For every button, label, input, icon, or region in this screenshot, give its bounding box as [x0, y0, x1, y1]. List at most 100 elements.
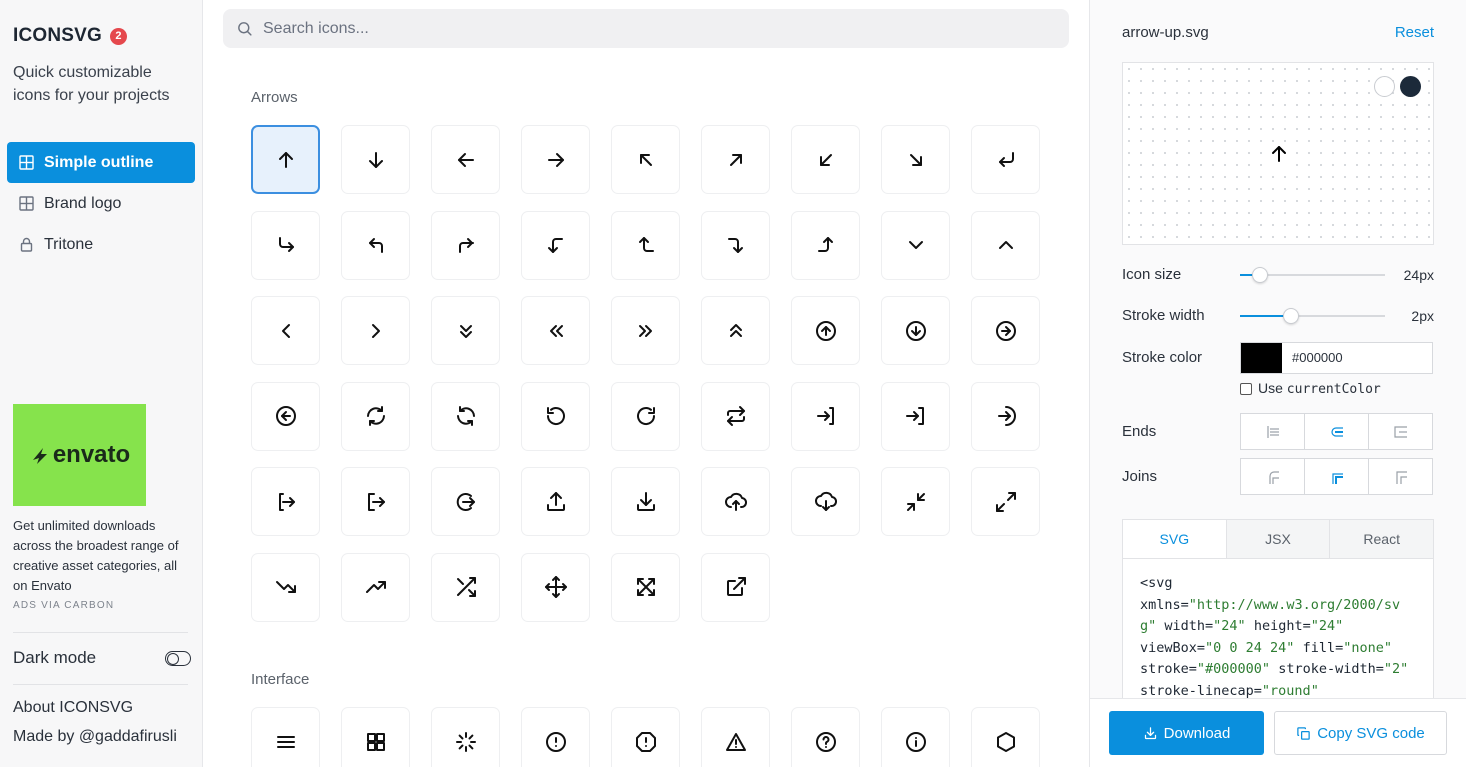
expand-icon[interactable]: [611, 552, 680, 622]
slider-handle[interactable]: [1282, 308, 1299, 324]
ad-via[interactable]: ADS VIA CARBON: [13, 600, 193, 611]
slider-handle[interactable]: [1252, 267, 1269, 283]
menu-icon[interactable]: [251, 707, 320, 767]
divider: [13, 632, 188, 633]
loader-icon[interactable]: [431, 707, 500, 767]
reset-button[interactable]: Reset: [1395, 24, 1434, 41]
trending-down-icon[interactable]: [251, 552, 320, 622]
hexagon-icon[interactable]: [971, 707, 1040, 767]
minimize-icon[interactable]: [881, 467, 950, 536]
chevrons-right-icon[interactable]: [611, 296, 680, 365]
svg-code[interactable]: <svg xmlns="http://www.w3.org/2000/svg" …: [1123, 559, 1433, 698]
tab-jsx[interactable]: JSX: [1225, 520, 1330, 558]
trending-up-icon[interactable]: [341, 552, 410, 622]
miter-join-option[interactable]: [1241, 459, 1305, 494]
chevrons-down-icon[interactable]: [431, 296, 500, 365]
arrow-left-icon[interactable]: [431, 125, 500, 194]
alert-octagon-icon[interactable]: [611, 707, 680, 767]
corner-right-down-icon[interactable]: [701, 210, 770, 280]
made-by-link[interactable]: Made by @gaddafirusli: [13, 728, 177, 746]
icon-size-slider[interactable]: [1240, 267, 1385, 283]
maximize-icon[interactable]: [971, 467, 1040, 536]
sidebar: ICONSVG 2 Quick customizable icons for y…: [0, 0, 203, 767]
bevel-join-option[interactable]: [1369, 459, 1432, 494]
log-in-icon[interactable]: [791, 381, 860, 451]
ad-text[interactable]: Get unlimited downloads across the broad…: [13, 516, 193, 596]
corner-left-down-icon[interactable]: [521, 210, 590, 280]
round-join-option[interactable]: [1305, 459, 1369, 494]
chevrons-up-icon[interactable]: [701, 296, 770, 365]
alert-triangle-icon[interactable]: [701, 707, 770, 767]
tab-react[interactable]: React: [1329, 520, 1433, 558]
brand[interactable]: ICONSVG 2: [13, 25, 128, 47]
move-icon[interactable]: [521, 552, 590, 622]
chevron-down-icon[interactable]: [881, 210, 950, 280]
arrow-right-from-circle-icon[interactable]: [971, 381, 1040, 451]
corner-up-right-icon[interactable]: [431, 210, 500, 280]
sidebar-item-brand-logo[interactable]: Brand logo: [7, 183, 195, 224]
arrow-exit-circle-icon[interactable]: [431, 467, 500, 536]
dark-background-swatch[interactable]: [1400, 76, 1421, 97]
dark-mode-toggle[interactable]: [165, 650, 191, 666]
download-button[interactable]: Download: [1109, 711, 1264, 755]
arrow-up-right-icon[interactable]: [701, 125, 770, 194]
refresh-cw-icon[interactable]: [431, 381, 500, 451]
search-bar[interactable]: [223, 9, 1069, 48]
arrow-right-circle-icon[interactable]: [971, 296, 1040, 365]
stroke-color-value[interactable]: #000000: [1282, 343, 1343, 373]
color-swatch[interactable]: [1241, 343, 1282, 373]
light-background-swatch[interactable]: [1374, 76, 1395, 97]
arrow-up-circle-icon[interactable]: [791, 296, 860, 365]
log-out-2-icon[interactable]: [341, 467, 410, 536]
log-out-icon[interactable]: [251, 467, 320, 536]
rotate-ccw-icon[interactable]: [521, 381, 590, 451]
arrow-up-icon[interactable]: [251, 125, 320, 194]
shuffle-icon[interactable]: [431, 552, 500, 622]
butt-cap-option[interactable]: [1241, 414, 1305, 449]
tab-svg[interactable]: SVG: [1123, 520, 1226, 558]
ad-image[interactable]: envato: [13, 404, 146, 506]
corner-down-right-icon[interactable]: [251, 210, 320, 280]
carbon-ad[interactable]: envato Get unlimited downloads across th…: [13, 404, 193, 611]
info-circle-icon[interactable]: [881, 707, 950, 767]
sidebar-item-simple-outline[interactable]: Simple outline: [7, 142, 195, 183]
cloud-download-icon[interactable]: [791, 467, 860, 536]
chevrons-left-icon[interactable]: [521, 296, 590, 365]
cloud-upload-icon[interactable]: [701, 467, 770, 536]
refresh-ccw-icon[interactable]: [341, 381, 410, 451]
arrow-down-left-icon[interactable]: [791, 125, 860, 194]
stroke-color-field[interactable]: #000000: [1240, 342, 1433, 374]
arrow-left-circle-icon[interactable]: [251, 381, 320, 451]
log-in-2-icon[interactable]: [881, 381, 950, 451]
external-link-icon[interactable]: [701, 552, 770, 622]
repeat-icon[interactable]: [701, 381, 770, 451]
corner-right-up-icon[interactable]: [791, 210, 860, 280]
download-icon[interactable]: [611, 467, 680, 536]
copy-svg-button[interactable]: Copy SVG code: [1274, 711, 1447, 755]
alert-circle-icon[interactable]: [521, 707, 590, 767]
rotate-cw-icon[interactable]: [611, 381, 680, 451]
upload-icon[interactable]: [521, 467, 590, 536]
corner-up-left-icon[interactable]: [341, 210, 410, 280]
stroke-width-slider[interactable]: [1240, 308, 1385, 324]
search-input[interactable]: [263, 19, 1043, 38]
use-current-color-row[interactable]: Use currentColor: [1240, 380, 1381, 397]
arrow-down-circle-icon[interactable]: [881, 296, 950, 365]
chevron-left-icon[interactable]: [251, 296, 320, 365]
corner-left-up-icon[interactable]: [611, 210, 680, 280]
chevron-up-icon[interactable]: [971, 210, 1040, 280]
round-cap-option[interactable]: [1305, 414, 1369, 449]
square-cap-option[interactable]: [1369, 414, 1432, 449]
use-current-color-checkbox[interactable]: [1240, 382, 1252, 395]
sidebar-item-tritone[interactable]: Tritone: [7, 224, 195, 265]
help-circle-icon[interactable]: [791, 707, 860, 767]
dashboard-icon[interactable]: [341, 707, 410, 767]
arrow-down-right-icon[interactable]: [881, 125, 950, 194]
icon-size-label: Icon size: [1122, 266, 1182, 283]
arrow-up-left-icon[interactable]: [611, 125, 680, 194]
arrow-return-icon[interactable]: [971, 125, 1040, 194]
arrow-down-icon[interactable]: [341, 125, 410, 194]
arrow-right-icon[interactable]: [521, 125, 590, 194]
about-link[interactable]: About ICONSVG: [13, 699, 133, 717]
chevron-right-icon[interactable]: [341, 296, 410, 365]
